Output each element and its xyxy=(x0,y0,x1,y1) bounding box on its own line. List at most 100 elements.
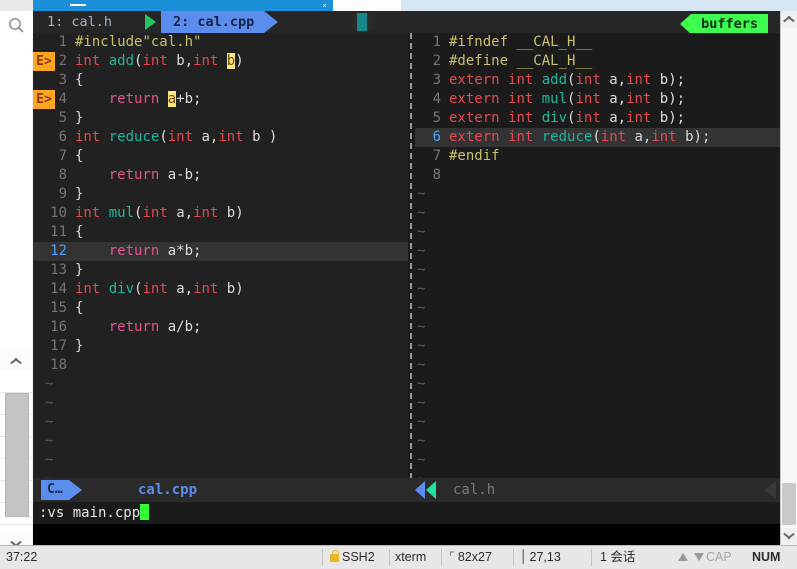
line-number: 7 xyxy=(432,148,441,164)
empty-line-marker: ~ xyxy=(417,205,426,221)
line-number: 5 xyxy=(432,110,441,126)
pane-separator xyxy=(408,33,415,478)
status-transfer-indicator xyxy=(675,546,707,569)
statusline-arrow-icon xyxy=(415,480,445,500)
status-sessions[interactable]: 1 会话 xyxy=(600,546,635,569)
close-icon[interactable]: × xyxy=(322,0,327,11)
code-line: 18 xyxy=(33,356,408,375)
chevron-up-icon xyxy=(783,16,795,23)
empty-line-marker: ~ xyxy=(417,224,426,240)
window-scrollbar[interactable] xyxy=(780,11,797,545)
status-position[interactable]: ⎮ 27,13 xyxy=(520,546,561,569)
sidebar-scroll-track[interactable] xyxy=(0,371,32,534)
empty-line-marker: ~ xyxy=(45,452,54,468)
text-cursor xyxy=(140,504,150,520)
line-number: 8 xyxy=(432,167,441,183)
status-num-lock: NUM xyxy=(752,550,781,564)
status-caps-lock: CAP xyxy=(706,550,732,564)
window-tab-strip: × xyxy=(0,0,797,11)
arrow-down-icon xyxy=(694,553,704,561)
line-number: 6 xyxy=(432,129,441,145)
status-divider xyxy=(389,549,390,566)
vim-command-line[interactable]: :vs main.cpp xyxy=(33,502,780,524)
statusline-inactive-file: cal.h xyxy=(453,482,496,498)
code-line: 17} xyxy=(33,337,408,356)
terminal-area[interactable]: 1: cal.h 2: cal.cpp buffers 1 #include"ca… xyxy=(33,11,780,545)
window-size-icon: ⌜ xyxy=(449,550,455,564)
empty-line-marker: ~ xyxy=(417,433,426,449)
code-line: 3{ xyxy=(33,71,408,90)
code-line: 16 return a/b; xyxy=(33,318,408,337)
status-term-type[interactable]: xterm xyxy=(395,546,426,569)
search-icon xyxy=(9,18,24,33)
code-line: 2 #define __CAL_H__ xyxy=(415,52,780,71)
scroll-down-button[interactable] xyxy=(781,528,797,545)
code-line: 5 extern int div(int a,int b); xyxy=(415,109,780,128)
vim-mode-badge: C… xyxy=(41,480,82,500)
status-divider xyxy=(513,549,514,566)
line-number: 15 xyxy=(50,300,67,316)
empty-line-marker: ~ xyxy=(45,414,54,430)
line-number: 2 xyxy=(432,53,441,69)
empty-line-marker: ~ xyxy=(45,376,54,392)
sidebar-scrollbar[interactable] xyxy=(0,351,32,556)
code-line: 5} xyxy=(33,109,408,128)
code-line: E> 2 int add(int b,int b) xyxy=(33,52,408,71)
buffers-badge[interactable]: buffers xyxy=(680,14,768,34)
code-line: 8 return a-b; xyxy=(33,166,408,185)
code-line-current: 12 return a*b; xyxy=(33,242,408,261)
line-number: 3 xyxy=(432,72,441,88)
status-bar: 37:22 SSH2 xterm ⌜ 82x27 ⎮ 27,13 1 会话 CAP … xyxy=(0,545,797,569)
vim-command-text: :vs main.cpp xyxy=(39,505,141,521)
error-sign-icon: E> xyxy=(33,52,55,71)
status-size[interactable]: ⌜ 82x27 xyxy=(449,546,492,569)
line-number: 16 xyxy=(50,319,67,335)
chevron-up-icon xyxy=(10,358,22,365)
line-number: 7 xyxy=(58,148,67,164)
status-protocol[interactable]: SSH2 xyxy=(330,546,375,569)
code-line: 13} xyxy=(33,261,408,280)
code-line-current: 6 extern int reduce(int a,int b); xyxy=(415,128,780,147)
empty-line-marker: ~ xyxy=(33,470,408,478)
scroll-up-button[interactable] xyxy=(781,11,797,28)
code-line: 14 int div(int a,int b) xyxy=(33,280,408,299)
terminal-filler xyxy=(33,524,780,545)
vim-statusline: C… cal.cpp cal.h xyxy=(33,478,780,502)
line-number: 13 xyxy=(50,262,67,278)
empty-line-marker: ~ xyxy=(417,243,426,259)
empty-line-marker: ~ xyxy=(417,319,426,335)
vim-tab-cal-h[interactable]: 1: cal.h xyxy=(41,11,118,33)
scroll-thumb[interactable] xyxy=(782,483,796,525)
empty-line-marker: ~ xyxy=(417,300,426,316)
sidebar-scroll-up-button[interactable] xyxy=(0,351,32,371)
tab-marker-block xyxy=(353,13,375,31)
status-divider xyxy=(441,549,442,566)
empty-line-marker: ~ xyxy=(45,395,54,411)
empty-line-marker: ~ xyxy=(417,281,426,297)
empty-line-marker: ~ xyxy=(417,262,426,278)
sidebar-scroll-thumb[interactable] xyxy=(5,393,29,517)
lock-icon xyxy=(330,550,339,562)
code-line: 8 xyxy=(415,166,780,185)
status-divider xyxy=(322,549,323,566)
empty-line-marker: ~ xyxy=(417,357,426,373)
code-line: 10 int mul(int a,int b) xyxy=(33,204,408,223)
window-tab-active[interactable]: × xyxy=(33,0,333,11)
editor-pane-cal-h[interactable]: 1 #ifndef __CAL_H__ 2 #define __CAL_H__ 3e… xyxy=(415,33,780,478)
app-root: × 1: cal.h 2: cal.cpp buffers 1 #include… xyxy=(0,0,797,569)
line-number: 10 xyxy=(50,205,67,221)
code-line: E> 4 return a+b; xyxy=(33,90,408,109)
line-number: 11 xyxy=(50,224,67,240)
empty-line-marker: ~ xyxy=(417,338,426,354)
buffers-label: buffers xyxy=(701,16,758,32)
editor-pane-cal-cpp[interactable]: 1 #include"cal.h" E> 2 int add(int b,int b)… xyxy=(33,33,408,478)
search-button[interactable] xyxy=(0,11,33,40)
scroll-track[interactable] xyxy=(781,28,797,528)
window-tab-second[interactable] xyxy=(333,0,402,11)
code-line: 3 extern int add(int a,int b); xyxy=(415,71,780,90)
tab-title-placeholder xyxy=(70,4,86,6)
line-number: 4 xyxy=(432,91,441,107)
vim-tab-cal-cpp[interactable]: 2: cal.cpp xyxy=(161,11,279,33)
line-number: 5 xyxy=(58,110,67,126)
vim-tab-cal-cpp-label: 2: cal.cpp xyxy=(173,14,255,30)
